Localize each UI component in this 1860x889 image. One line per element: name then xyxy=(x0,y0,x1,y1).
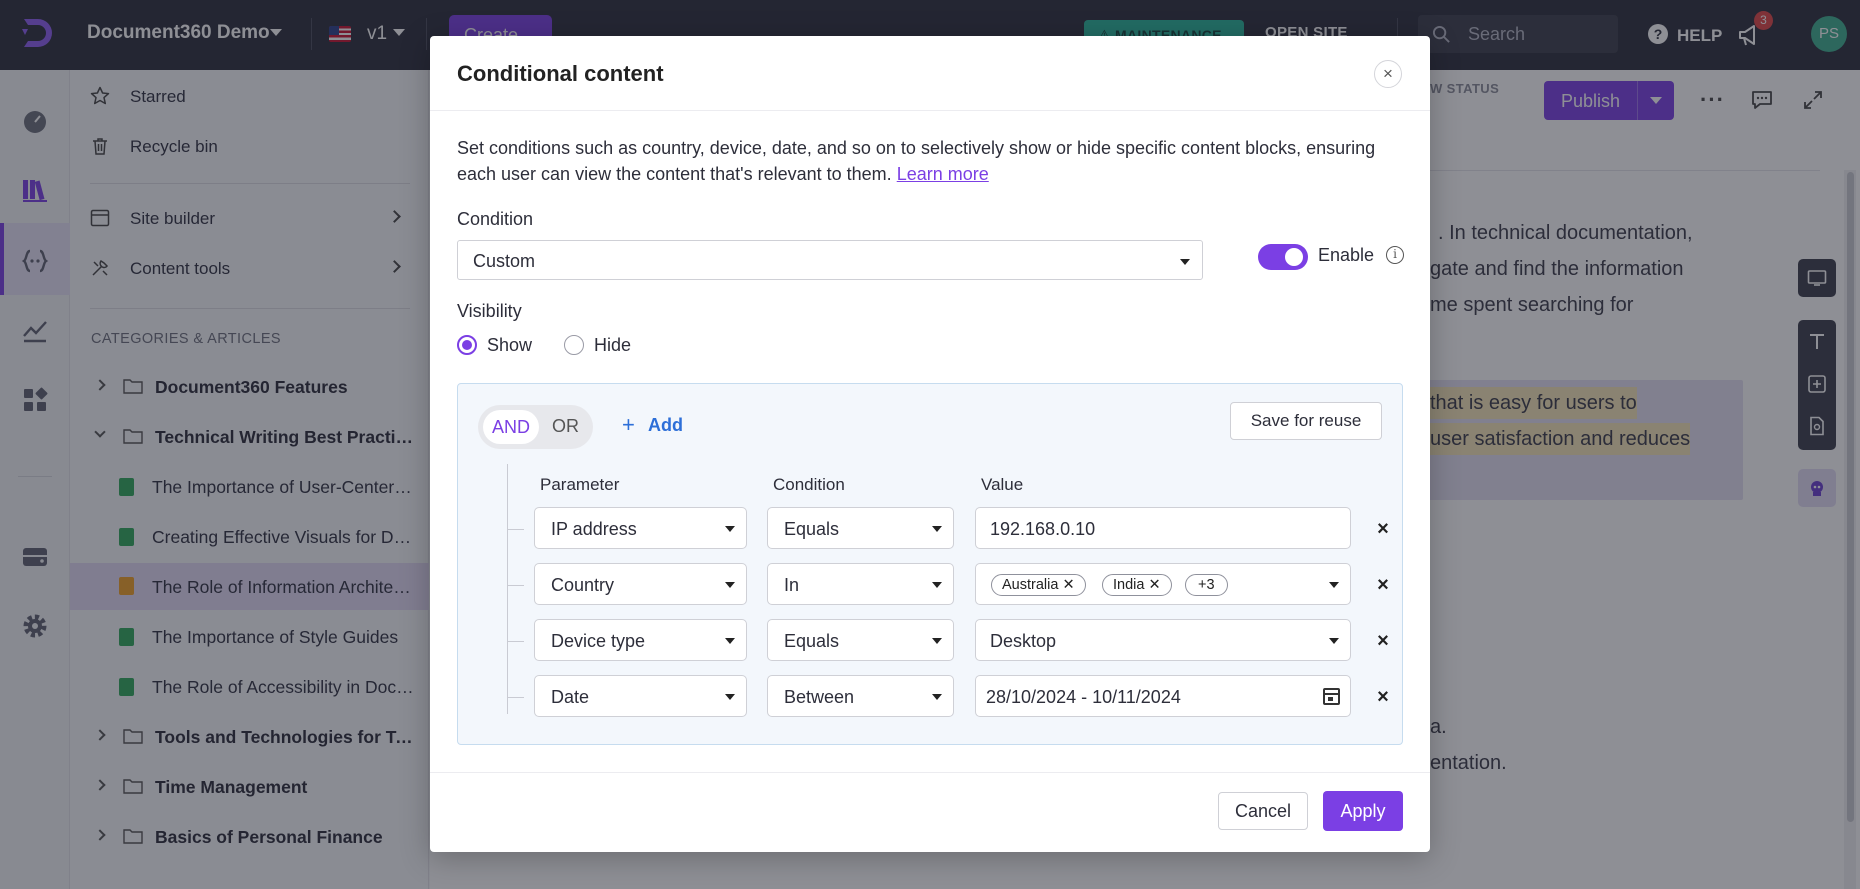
chevron-down-icon xyxy=(725,582,735,588)
chevron-down-icon xyxy=(932,582,942,588)
apply-button[interactable]: Apply xyxy=(1323,791,1403,831)
country-multiselect[interactable]: Australia ✕ India ✕ +3 xyxy=(975,563,1351,605)
and-button[interactable]: AND xyxy=(483,410,539,444)
conditional-content-dialog: Conditional content × Set conditions suc… xyxy=(430,36,1430,852)
dialog-header: Conditional content × xyxy=(430,36,1430,111)
visibility-hide-radio[interactable] xyxy=(564,335,584,355)
chevron-down-icon xyxy=(725,694,735,700)
dialog-footer-divider xyxy=(430,772,1430,773)
rule-tree-line xyxy=(507,464,508,714)
operator-value: In xyxy=(784,575,800,595)
remove-rule-icon[interactable]: × xyxy=(1375,519,1391,539)
dialog-title: Conditional content xyxy=(457,61,664,86)
enable-label: Enable xyxy=(1318,245,1375,265)
remove-chip-icon[interactable]: ✕ xyxy=(1148,577,1160,593)
parameter-select[interactable]: IP address xyxy=(534,507,747,549)
chevron-down-icon xyxy=(1329,582,1339,588)
enable-toggle[interactable] xyxy=(1258,244,1308,270)
date-range-value: 28/10/2024 - 10/11/2024 xyxy=(986,687,1181,707)
parameter-value: Country xyxy=(551,575,615,595)
visibility-show-label: Show xyxy=(487,335,533,355)
add-rule-button[interactable]: Add xyxy=(648,415,683,436)
condition-operator-select[interactable]: Equals xyxy=(767,507,954,549)
remove-chip-icon[interactable]: ✕ xyxy=(1062,577,1074,593)
date-range-input[interactable]: 28/10/2024 - 10/11/2024 xyxy=(975,675,1351,717)
chevron-down-icon xyxy=(932,638,942,644)
condition-operator-select[interactable]: Between xyxy=(767,675,954,717)
input-value: 192.168.0.10 xyxy=(990,519,1096,539)
calendar-icon[interactable] xyxy=(1323,688,1340,705)
column-header-condition: Condition xyxy=(773,475,845,494)
parameter-value: Date xyxy=(551,687,590,707)
parameter-select[interactable]: Device type xyxy=(534,619,747,661)
chip-label: Australia xyxy=(1002,577,1059,593)
rule-tree-branch xyxy=(507,585,524,586)
more-countries-chip[interactable]: +3 xyxy=(1185,574,1228,596)
chevron-down-icon xyxy=(932,526,942,532)
device-type-select[interactable]: Desktop xyxy=(975,619,1351,661)
rule-tree-branch xyxy=(507,641,524,642)
save-for-reuse-button[interactable]: Save for reuse xyxy=(1230,402,1382,440)
plus-icon[interactable]: + xyxy=(622,412,635,438)
operator-value: Equals xyxy=(784,519,840,539)
info-icon[interactable]: i xyxy=(1386,246,1404,264)
condition-value: Custom xyxy=(473,251,536,271)
dialog-description: Set conditions such as country, device, … xyxy=(457,135,1397,187)
chevron-down-icon xyxy=(1329,638,1339,644)
operator-value: Between xyxy=(784,687,855,707)
chip-label: India xyxy=(1113,577,1145,593)
remove-rule-icon[interactable]: × xyxy=(1375,687,1391,707)
chevron-down-icon xyxy=(725,526,735,532)
ip-address-input[interactable]: 192.168.0.10 xyxy=(975,507,1351,549)
or-button[interactable]: OR xyxy=(552,416,579,437)
column-header-parameter: Parameter xyxy=(540,475,620,494)
learn-more-link[interactable]: Learn more xyxy=(897,164,989,184)
remove-rule-icon[interactable]: × xyxy=(1375,631,1391,651)
column-header-value: Value xyxy=(981,475,1024,494)
parameter-select[interactable]: Date xyxy=(534,675,747,717)
parameter-value: IP address xyxy=(551,519,637,539)
close-icon[interactable]: × xyxy=(1374,60,1402,88)
visibility-label: Visibility xyxy=(457,301,522,321)
remove-rule-icon[interactable]: × xyxy=(1375,575,1391,595)
visibility-show-radio[interactable] xyxy=(457,335,477,355)
condition-operator-select[interactable]: Equals xyxy=(767,619,954,661)
rule-builder: AND OR + Add Save for reuse Parameter Co… xyxy=(457,383,1403,745)
cancel-button[interactable]: Cancel xyxy=(1218,792,1308,830)
rule-tree-branch xyxy=(507,697,524,698)
chevron-down-icon xyxy=(932,694,942,700)
rule-tree-branch xyxy=(507,529,524,530)
parameter-select[interactable]: Country xyxy=(534,563,747,605)
country-chip[interactable]: Australia ✕ xyxy=(991,574,1086,596)
chevron-down-icon xyxy=(725,638,735,644)
device-value: Desktop xyxy=(990,631,1057,651)
condition-select[interactable]: Custom xyxy=(457,240,1203,280)
condition-operator-select[interactable]: In xyxy=(767,563,954,605)
chevron-down-icon xyxy=(1180,259,1190,265)
visibility-hide-label: Hide xyxy=(594,335,632,355)
parameter-value: Device type xyxy=(551,631,646,651)
logic-toggle: AND OR xyxy=(478,405,593,449)
condition-label: Condition xyxy=(457,209,534,229)
operator-value: Equals xyxy=(784,631,840,651)
country-chip[interactable]: India ✕ xyxy=(1102,574,1172,596)
